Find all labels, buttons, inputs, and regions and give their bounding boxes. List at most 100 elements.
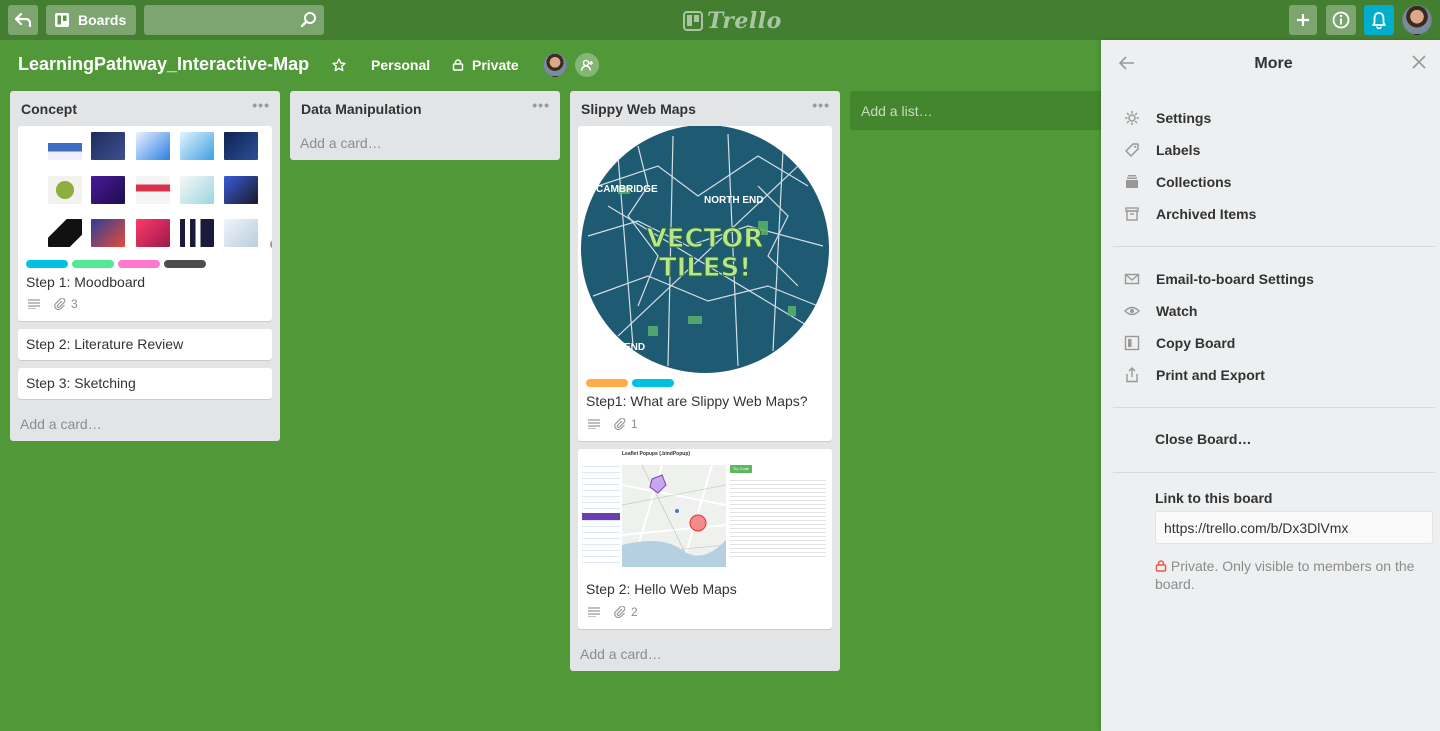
sidebar-item-label: Archived Items — [1156, 206, 1257, 222]
label-green — [72, 260, 114, 268]
sidebar-item-settings[interactable]: Settings — [1123, 109, 1211, 127]
sidebar-item-label: Email-to-board Settings — [1156, 271, 1314, 287]
close-board-button[interactable]: Close Board… — [1155, 431, 1251, 447]
card-literature-review[interactable]: Step 2: Literature Review — [18, 329, 272, 360]
sidebar-item-label: Settings — [1156, 110, 1212, 126]
list-menu-icon[interactable]: ••• — [532, 97, 550, 113]
card-labels — [586, 379, 674, 387]
label-orange — [586, 379, 628, 387]
add-list-button[interactable]: Add a list… — [850, 91, 1120, 130]
map-label-end: END — [624, 342, 645, 353]
sidebar-item-label: Print and Export — [1156, 367, 1265, 383]
back-button[interactable] — [8, 5, 38, 35]
card-labels — [26, 260, 206, 268]
card-badges: 1 — [588, 417, 638, 431]
search-icon — [300, 12, 316, 28]
add-member-icon — [580, 59, 593, 71]
sidebar-title: More — [1254, 55, 1293, 72]
more-sidebar: More Settings Labels Collections Archive… — [1101, 40, 1440, 731]
team-button[interactable]: Personal — [371, 54, 430, 76]
list-menu-icon[interactable]: ••• — [252, 97, 270, 113]
list-concept: Concept ••• Step 1: Moodboard 3 Step 2: … — [10, 91, 280, 441]
card-badges: 3 — [28, 297, 78, 311]
trello-logo[interactable]: Trello — [683, 8, 782, 34]
search-input[interactable] — [144, 5, 324, 35]
list-title: Slippy Web Maps — [581, 101, 696, 117]
board-title[interactable]: LearningPathway_Interactive-Map — [18, 54, 309, 75]
card-title: Step 3: Sketching — [26, 375, 136, 391]
attachment-badge: 3 — [54, 297, 78, 311]
list-menu-icon[interactable]: ••• — [812, 97, 830, 113]
attachment-count: 1 — [631, 417, 638, 431]
sidebar-item-print-export[interactable]: Print and Export — [1123, 366, 1265, 384]
add-member-button[interactable] — [575, 53, 599, 77]
description-badge — [588, 419, 600, 429]
list-header[interactable]: Slippy Web Maps ••• — [570, 91, 840, 125]
sidebar-item-label: Copy Board — [1156, 335, 1236, 351]
collections-icon — [1123, 173, 1141, 191]
top-header: Boards Trello — [0, 0, 1440, 40]
tag-icon — [1123, 141, 1141, 159]
sidebar-item-email-to-board[interactable]: Email-to-board Settings — [1123, 270, 1314, 288]
card-hello-web-maps[interactable]: Leaflet Popups (.bindPopup) Try Code Ste… — [578, 449, 832, 629]
eye-icon — [1123, 302, 1141, 320]
list-header[interactable]: Concept ••• — [10, 91, 280, 125]
description-icon — [28, 299, 40, 309]
lock-icon — [452, 59, 464, 71]
add-card-button[interactable]: Add a card… — [20, 416, 102, 432]
visibility-button[interactable]: Private — [452, 54, 519, 76]
card-sketching[interactable]: Step 3: Sketching — [18, 368, 272, 399]
cover-heading: Leaflet Popups (.bindPopup) — [622, 451, 691, 457]
user-avatar[interactable] — [1402, 5, 1432, 35]
attachment-badge: 2 — [614, 605, 638, 619]
back-arrow-icon — [14, 12, 32, 28]
vector-tiles-cover-image: CAMBRIDGE NORTH END END VECTOR TILES! — [581, 126, 829, 373]
sidebar-item-copy-board[interactable]: Copy Board — [1123, 334, 1235, 352]
list-header[interactable]: Data Manipulation ••• — [290, 91, 560, 125]
description-icon — [588, 607, 600, 617]
moodboard-cover-image — [26, 130, 272, 252]
paperclip-icon — [54, 298, 66, 310]
add-card-button[interactable]: Add a card… — [300, 135, 382, 151]
card-title: Step 1: Moodboard — [26, 274, 146, 290]
cover-text-tiles: TILES! — [659, 253, 751, 283]
sidebar-close-button[interactable] — [1412, 52, 1426, 75]
cover-map-drawing — [622, 465, 726, 567]
sidebar-item-labels[interactable]: Labels — [1123, 141, 1200, 159]
info-icon — [1332, 11, 1350, 29]
plus-icon — [1297, 14, 1309, 26]
member-avatar[interactable] — [543, 53, 567, 77]
add-card-button[interactable]: Add a card… — [580, 646, 662, 662]
sidebar-item-label: Labels — [1156, 142, 1201, 158]
sidebar-item-label: Watch — [1156, 303, 1198, 319]
list-slippy-web-maps: Slippy Web Maps ••• CAMBRIDGE NORTH END … — [570, 91, 840, 671]
private-note-text: Private. Only visible to members on the … — [1155, 558, 1415, 592]
boards-button[interactable]: Boards — [46, 5, 136, 35]
info-button[interactable] — [1326, 5, 1356, 35]
description-badge — [28, 299, 40, 309]
label-black — [164, 260, 206, 268]
try-code-button: Try Code — [730, 465, 752, 473]
logo-text: Trello — [707, 8, 782, 34]
sidebar-item-label: Collections — [1156, 174, 1232, 190]
create-button[interactable] — [1289, 5, 1317, 35]
cover-map — [622, 465, 726, 567]
card-title: Step1: What are Slippy Web Maps? — [586, 393, 808, 409]
label-cyan — [26, 260, 68, 268]
card-title: Step 2: Literature Review — [26, 336, 184, 352]
close-icon — [1412, 55, 1426, 69]
star-icon — [332, 58, 346, 72]
board-link-input[interactable] — [1155, 511, 1433, 544]
list-title: Data Manipulation — [301, 101, 422, 117]
card-what-are-slippy-web-maps[interactable]: CAMBRIDGE NORTH END END VECTOR TILES! St… — [578, 126, 832, 441]
sidebar-item-archived[interactable]: Archived Items — [1123, 205, 1256, 223]
notifications-button[interactable] — [1364, 5, 1394, 35]
card-moodboard[interactable]: Step 1: Moodboard 3 — [18, 126, 272, 321]
sidebar-item-collections[interactable]: Collections — [1123, 173, 1231, 191]
cover-code — [730, 477, 826, 557]
list-title: Concept — [21, 101, 77, 117]
private-note: Private. Only visible to members on the … — [1155, 557, 1425, 593]
sidebar-item-watch[interactable]: Watch — [1123, 302, 1197, 320]
star-button[interactable] — [332, 54, 346, 76]
visibility-label: Private — [472, 57, 519, 73]
